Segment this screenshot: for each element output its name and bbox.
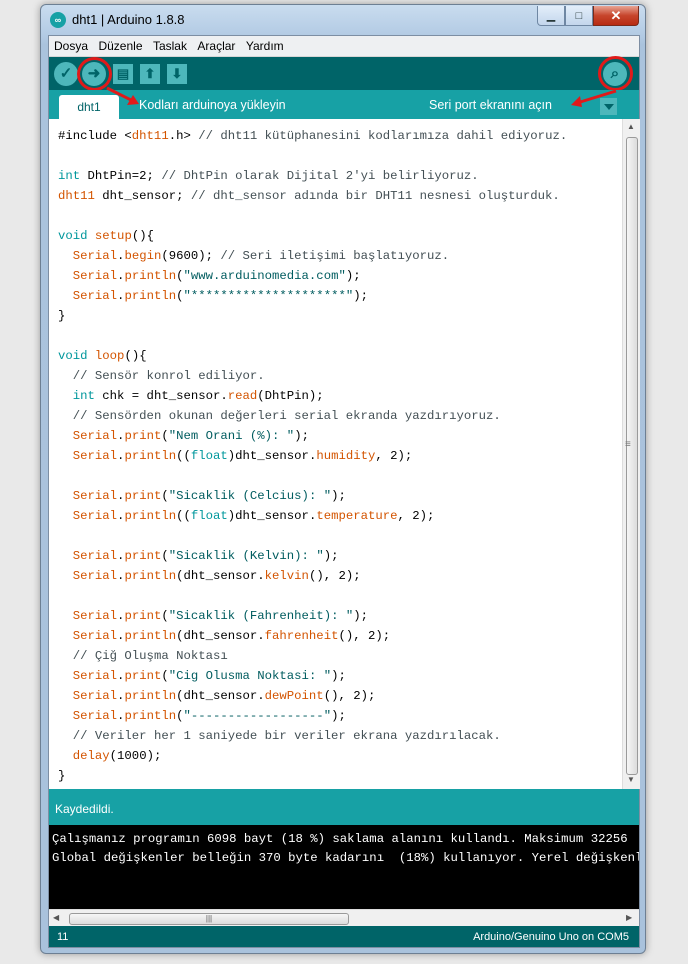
code-line[interactable]: Serial.print("Nem Orani (%): ");: [58, 429, 309, 443]
code-line[interactable]: }: [58, 309, 65, 323]
code-line[interactable]: // Sensörden okunan değerleri serial ekr…: [58, 409, 501, 423]
scroll-left-icon[interactable]: ◀: [53, 913, 59, 922]
code-line[interactable]: Serial.println("------------------");: [58, 709, 346, 723]
code-line[interactable]: #include <dht11.h> // dht11 kütüphanesin…: [58, 129, 567, 143]
status-bar: Kaydedildi.: [49, 789, 639, 825]
code-line[interactable]: int DhtPin=2; // DhtPin olarak Dijital 2…: [58, 169, 479, 183]
vertical-scrollbar[interactable]: ▲ ≡ ▼: [622, 119, 640, 789]
code-line[interactable]: void loop(){: [58, 349, 147, 363]
code-line[interactable]: int chk = dht_sensor.read(DhtPin);: [58, 389, 324, 403]
ide-client: Dosya Düzenle Taslak Araçlar Yardım ✓ ➜ …: [48, 35, 640, 948]
arduino-icon: ∞: [50, 12, 66, 28]
scroll-down-icon[interactable]: ▼: [627, 775, 635, 784]
horizontal-scroll-thumb[interactable]: |||: [69, 913, 349, 925]
window-title: dht1 | Arduino 1.8.8: [72, 12, 185, 27]
code-line[interactable]: // Çiğ Oluşma Noktası: [58, 649, 228, 663]
code-line[interactable]: delay(1000);: [58, 749, 162, 763]
code-line[interactable]: Serial.begin(9600); // Seri iletişimi ba…: [58, 249, 449, 263]
code-line[interactable]: // Sensör konrol ediliyor.: [58, 369, 265, 383]
output-console: Çalışmanız programın 6098 bayt (18 %) sa…: [49, 825, 639, 909]
code-line[interactable]: Serial.println(dht_sensor.dewPoint(), 2)…: [58, 689, 376, 703]
horizontal-scrollbar[interactable]: ◀ ||| ▶: [49, 909, 639, 927]
footer-bar: 11 Arduino/Genuino Uno on COM5: [49, 926, 639, 947]
title-bar[interactable]: ∞ dht1 | Arduino 1.8.8 ▁ □ ✕: [41, 5, 645, 35]
code-line[interactable]: Serial.println("*********************");: [58, 289, 368, 303]
code-line[interactable]: void setup(){: [58, 229, 154, 243]
minimize-icon: ▁: [546, 10, 556, 22]
code-text[interactable]: #include <dht11.h> // dht11 kütüphanesin…: [58, 126, 567, 786]
code-line[interactable]: Serial.print("Cig Olusma Noktasi: ");: [58, 669, 346, 683]
board-port-label: Arduino/Genuino Uno on COM5: [473, 931, 629, 943]
scroll-right-icon[interactable]: ▶: [626, 913, 632, 922]
console-line: Çalışmanız programın 6098 bayt (18 %) sa…: [52, 832, 628, 846]
window-controls: ▁ □ ✕: [537, 6, 639, 26]
code-line[interactable]: }: [58, 769, 65, 783]
maximize-icon: □: [575, 9, 583, 22]
close-button[interactable]: ✕: [593, 6, 639, 26]
code-line[interactable]: Serial.print("Sicaklik (Kelvin): ");: [58, 549, 339, 563]
maximize-button[interactable]: □: [565, 6, 593, 26]
code-line[interactable]: Serial.print("Sicaklik (Celcius): ");: [58, 489, 346, 503]
code-line[interactable]: dht11 dht_sensor; // dht_sensor adında b…: [58, 189, 560, 203]
line-number: 11: [57, 931, 69, 943]
code-line[interactable]: Serial.println("www.arduinomedia.com");: [58, 269, 361, 283]
close-icon: ✕: [610, 7, 622, 23]
app-window: ∞ dht1 | Arduino 1.8.8 ▁ □ ✕ Dosya Düzen…: [40, 4, 646, 954]
code-line[interactable]: Serial.println(dht_sensor.kelvin(), 2);: [58, 569, 361, 583]
code-line[interactable]: // Veriler her 1 saniyede bir veriler ek…: [58, 729, 501, 743]
console-line: Global değişkenler belleğin 370 byte kad…: [52, 851, 639, 865]
minimize-button[interactable]: ▁: [537, 6, 565, 26]
code-line[interactable]: Serial.println((float)dht_sensor.tempera…: [58, 509, 435, 523]
code-editor[interactable]: #include <dht11.h> // dht11 kütüphanesin…: [49, 119, 640, 789]
vertical-scroll-thumb[interactable]: [626, 137, 638, 775]
code-line[interactable]: Serial.print("Sicaklik (Fahrenheit): ");: [58, 609, 368, 623]
code-line[interactable]: Serial.println(dht_sensor.fahrenheit(), …: [58, 629, 390, 643]
status-message: Kaydedildi.: [55, 802, 114, 816]
code-line[interactable]: Serial.println((float)dht_sensor.humidit…: [58, 449, 413, 463]
scroll-up-icon[interactable]: ▲: [627, 122, 635, 131]
grip-icon: ≡: [625, 439, 631, 450]
console-text: Çalışmanız programın 6098 bayt (18 %) sa…: [52, 830, 639, 868]
